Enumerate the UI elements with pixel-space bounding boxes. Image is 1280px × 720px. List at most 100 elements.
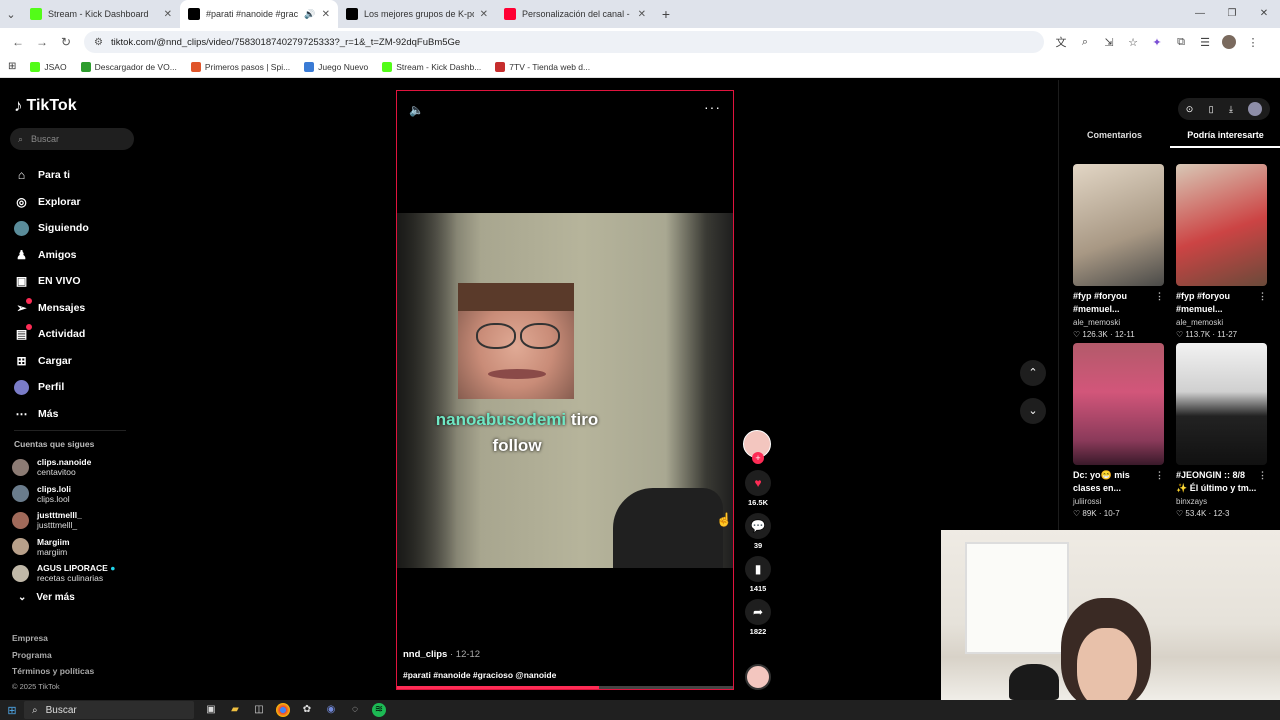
next-video-button[interactable]: ⌄: [1020, 398, 1046, 424]
sound-disc-avatar[interactable]: [745, 664, 771, 690]
card-menu-icon[interactable]: ⋮: [1155, 290, 1164, 303]
footer-link-terminos[interactable]: Términos y políticas: [12, 663, 94, 680]
tiktok-logo[interactable]: ♪ TikTok: [14, 96, 77, 116]
card-menu-icon[interactable]: ⋮: [1155, 469, 1164, 482]
forward-icon[interactable]: →: [30, 35, 54, 49]
following-account[interactable]: clips.nanoide centavitoo: [12, 454, 115, 481]
reading-list-icon[interactable]: ☰: [1198, 36, 1212, 49]
taskbar-search[interactable]: ⌕ Buscar: [24, 701, 194, 719]
previous-video-button[interactable]: ⌃: [1020, 360, 1046, 386]
tab-search-icon[interactable]: ⌄: [0, 8, 22, 21]
windows-start-icon[interactable]: ⊞: [0, 704, 24, 717]
download-icon[interactable]: ⤓: [1229, 104, 1233, 115]
sidebar-item[interactable]: ▣ EN VIVO: [14, 268, 89, 295]
tab-close-icon[interactable]: ✕: [638, 9, 646, 20]
tab-podria-interesarte[interactable]: Podría interesarte: [1170, 130, 1280, 148]
tab-close-icon[interactable]: ✕: [480, 9, 488, 20]
maximize-icon[interactable]: ❐: [1216, 0, 1248, 28]
tab-audio-icon[interactable]: 🔊: [304, 9, 315, 20]
obs-icon[interactable]: ◌: [348, 703, 362, 717]
minimize-icon[interactable]: —: [1184, 0, 1216, 28]
volume-icon[interactable]: 🔈: [409, 103, 424, 117]
card-author[interactable]: juliirossi: [1073, 497, 1164, 506]
card-author[interactable]: binxzays: [1176, 497, 1267, 506]
browser-tab[interactable]: Los mejores grupos de K-pop ✕: [338, 0, 496, 28]
author-avatar[interactable]: +: [743, 430, 773, 464]
see-more-button[interactable]: ⌄ Ver más: [18, 592, 75, 603]
video-thumbnail[interactable]: [1176, 164, 1267, 286]
install-icon[interactable]: ⇲: [1102, 36, 1116, 49]
suggested-video-card[interactable]: #fyp #foryou #memuel... ⋮ ale_memoski ♡ 1…: [1176, 164, 1267, 339]
apps-grid-icon[interactable]: ⊞: [8, 61, 16, 72]
new-tab-button[interactable]: +: [654, 6, 678, 22]
sidebar-item[interactable]: ⋯ Más: [14, 401, 89, 428]
video-player[interactable]: 🔈 ··· nanoabusodemi tiro follow nnd_clip…: [396, 90, 734, 690]
video-progress-bar[interactable]: [397, 686, 733, 689]
save-button[interactable]: ▮: [745, 556, 771, 582]
footer-link-empresa[interactable]: Empresa: [12, 630, 94, 647]
device-icon[interactable]: ▯: [1209, 104, 1214, 115]
following-account[interactable]: justttmelll_ justttmelll_: [12, 507, 115, 534]
bookmark-item[interactable]: Stream - Kick Dashb...: [382, 61, 481, 72]
card-menu-icon[interactable]: ⋮: [1258, 290, 1267, 303]
search-input[interactable]: ⌕ Buscar: [10, 128, 134, 150]
suggested-video-card[interactable]: #JEONGIN :: 8/8 ✨ Él último y tm... ⋮ bin…: [1176, 343, 1267, 518]
browser-menu-icon[interactable]: ⋮: [1246, 36, 1260, 49]
address-bar[interactable]: ⚙ tiktok.com/@nnd_clips/video/7583018740…: [84, 31, 1044, 53]
file-explorer-icon[interactable]: ▰: [228, 703, 242, 717]
zoom-icon[interactable]: ⌕: [1078, 36, 1092, 49]
card-menu-icon[interactable]: ⋮: [1258, 469, 1267, 482]
card-author[interactable]: ale_memoski: [1073, 318, 1164, 327]
video-username[interactable]: nnd_clips: [403, 649, 447, 660]
sidebar-item[interactable]: ♟ Amigos: [14, 242, 89, 269]
browser-tab[interactable]: Stream - Kick Dashboard ✕: [22, 0, 180, 28]
following-account[interactable]: clips.loli clips.lool: [12, 481, 115, 508]
more-options-icon[interactable]: ···: [704, 99, 721, 115]
video-hashtags[interactable]: #parati #nanoide #gracioso @nanoide: [403, 670, 556, 680]
following-account[interactable]: Margiim margiim: [12, 534, 115, 561]
reload-icon[interactable]: ↻: [54, 35, 78, 49]
sidebar-item[interactable]: ◎ Explorar: [14, 189, 89, 216]
discord-icon[interactable]: ◉: [324, 703, 338, 717]
sidebar-item[interactable]: ▤ Actividad: [14, 321, 89, 348]
bookmark-item[interactable]: 7TV - Tienda web d...: [495, 61, 590, 72]
chrome-icon[interactable]: [276, 703, 290, 717]
bookmark-star-icon[interactable]: ☆: [1126, 36, 1140, 49]
task-view-icon[interactable]: ▣: [204, 703, 218, 717]
video-thumbnail[interactable]: [1073, 164, 1164, 286]
follow-plus-icon[interactable]: +: [752, 452, 764, 464]
suggested-video-card[interactable]: #fyp #foryou #memuel... ⋮ ale_memoski ♡ 1…: [1073, 164, 1164, 339]
extension-icon[interactable]: ✦: [1150, 36, 1164, 49]
spotify-icon[interactable]: ≋: [372, 703, 386, 717]
sidebar-item[interactable]: Perfil: [14, 374, 89, 401]
tab-close-icon[interactable]: ✕: [164, 9, 172, 20]
sidebar-item[interactable]: ⌂ Para ti: [14, 162, 89, 189]
tab-close-icon[interactable]: ✕: [322, 9, 330, 20]
footer-link-programa[interactable]: Programa: [12, 647, 94, 664]
browser-tab[interactable]: Personalización del canal - You ✕: [496, 0, 654, 28]
bookmark-item[interactable]: Juego Nuevo: [304, 61, 368, 72]
bookmark-item[interactable]: Descargador de VO...: [80, 61, 177, 72]
share-button[interactable]: ➦: [745, 599, 771, 625]
card-author[interactable]: ale_memoski: [1176, 318, 1267, 327]
site-info-icon[interactable]: ⚙: [94, 37, 103, 48]
comment-button[interactable]: 💬: [745, 513, 771, 539]
store-icon[interactable]: ◫: [252, 703, 266, 717]
profile-avatar-icon[interactable]: [1222, 35, 1236, 49]
back-icon[interactable]: ←: [6, 35, 30, 49]
sidebar-item[interactable]: ➢ Mensajes: [14, 295, 89, 322]
following-account[interactable]: AGUS LIPORACE ● recetas culinarias: [12, 560, 115, 587]
sidebar-item[interactable]: Siguiendo: [14, 215, 89, 242]
video-thumbnail[interactable]: [1176, 343, 1267, 465]
bookmark-item[interactable]: JSAO: [30, 61, 67, 72]
app-icon[interactable]: ✿: [300, 703, 314, 717]
translate-icon[interactable]: 文: [1054, 34, 1068, 50]
extensions-puzzle-icon[interactable]: ⧉: [1174, 36, 1188, 49]
user-avatar[interactable]: [1248, 102, 1263, 116]
suggested-video-card[interactable]: Dc: yo😁 mis clases en... ⋮ juliirossi ♡ 8…: [1073, 343, 1164, 518]
browser-tab[interactable]: #parati #nanoide #gracios 🔊 ✕: [180, 0, 338, 28]
coin-icon[interactable]: ⊙: [1186, 104, 1194, 115]
video-thumbnail[interactable]: [1073, 343, 1164, 465]
sidebar-item[interactable]: ⊞ Cargar: [14, 348, 89, 375]
bookmark-item[interactable]: Primeros pasos | Spi...: [190, 61, 290, 72]
